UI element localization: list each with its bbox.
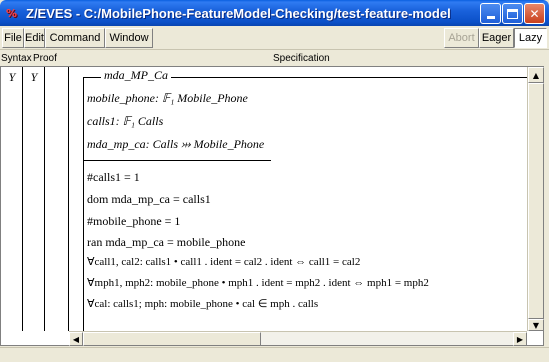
maximize-icon	[507, 8, 518, 19]
menu-file[interactable]: File	[2, 28, 24, 48]
predicate-line: ∀cal: calls1; mph: mobile_phone • cal ∈ …	[87, 298, 319, 310]
arrow-right-icon: ▶	[516, 334, 524, 344]
predicate-line: #mobile_phone = 1	[87, 214, 181, 228]
scroll-up-button[interactable]: ▲	[528, 67, 544, 83]
schema-divider	[83, 160, 271, 161]
arrow-up-icon: ▲	[532, 70, 540, 80]
proof-column: Y	[23, 67, 45, 331]
minimize-button[interactable]	[480, 3, 501, 24]
lazy-button[interactable]: Lazy	[514, 28, 547, 48]
minimize-icon	[486, 16, 495, 19]
window-title: Z/EVES - C:/MobilePhone-FeatureModel-Che…	[26, 5, 451, 21]
proof-status: Y	[30, 70, 38, 84]
scroll-left-button[interactable]: ◀	[69, 332, 83, 346]
declaration-line: mda_mp_ca: Calls ⤔ Mobile_Phone	[87, 137, 265, 151]
predicate-line: ∀mph1, mph2: mobile_phone • mph1 . ident…	[87, 277, 429, 289]
menu-window[interactable]: Window	[105, 28, 153, 48]
schema-name: mda_MP_Ca	[101, 68, 171, 83]
syntax-column-header[interactable]: Syntax	[1, 53, 32, 64]
scroll-right-button[interactable]: ▶	[513, 332, 527, 346]
specification-column-header[interactable]: Specification	[273, 53, 330, 64]
app-icon: %	[6, 6, 18, 20]
menu-command[interactable]: Command	[45, 28, 105, 48]
abort-button[interactable]: Abort	[444, 28, 479, 48]
eager-button[interactable]: Eager	[479, 28, 514, 48]
horizontal-scrollbar[interactable]: ◀ ▶	[69, 331, 527, 346]
predicate-line: #calls1 = 1	[87, 170, 140, 184]
title-bar[interactable]: % Z/EVES - C:/MobilePhone-FeatureModel-C…	[0, 0, 549, 26]
predicate-line: ran mda_mp_ca = mobile_phone	[87, 235, 246, 249]
toolbar: File Edit Command Window Abort Eager Laz…	[0, 26, 549, 50]
maximize-button[interactable]	[502, 3, 523, 24]
proof-column-header[interactable]: Proof	[33, 53, 57, 64]
vertical-scroll-thumb[interactable]	[528, 83, 544, 319]
gutter-column	[45, 67, 69, 331]
schema-left-rule	[83, 77, 84, 331]
vertical-scrollbar[interactable]: ▲ ▼	[527, 67, 544, 331]
predicate-line: ∀call1, cal2: calls1 • call1 . ident = c…	[87, 256, 361, 268]
declaration-line: mobile_phone: 𝔽₁ Mobile_Phone	[87, 91, 248, 105]
menu-edit[interactable]: Edit	[24, 28, 45, 48]
syntax-status: Y	[8, 70, 16, 84]
specification-pane: Y Y mda_MP_Ca mobile_phone: 𝔽₁ Mobile_Ph…	[0, 66, 544, 346]
syntax-column: Y	[1, 67, 23, 331]
close-icon: ✕	[529, 6, 540, 21]
column-headers: Syntax Proof Specification	[0, 51, 549, 66]
close-button[interactable]: ✕	[524, 3, 545, 24]
predicate-line: dom mda_mp_ca = calls1	[87, 192, 211, 206]
arrow-down-icon: ▼	[532, 320, 540, 330]
horizontal-scroll-thumb[interactable]	[83, 332, 261, 346]
scroll-down-button[interactable]: ▼	[528, 319, 544, 331]
schema-box[interactable]: mda_MP_Ca mobile_phone: 𝔽₁ Mobile_Phone …	[71, 67, 527, 331]
status-bar	[0, 347, 549, 362]
declaration-line: calls1: 𝔽₁ Calls	[87, 114, 164, 128]
arrow-left-icon: ◀	[72, 334, 80, 344]
